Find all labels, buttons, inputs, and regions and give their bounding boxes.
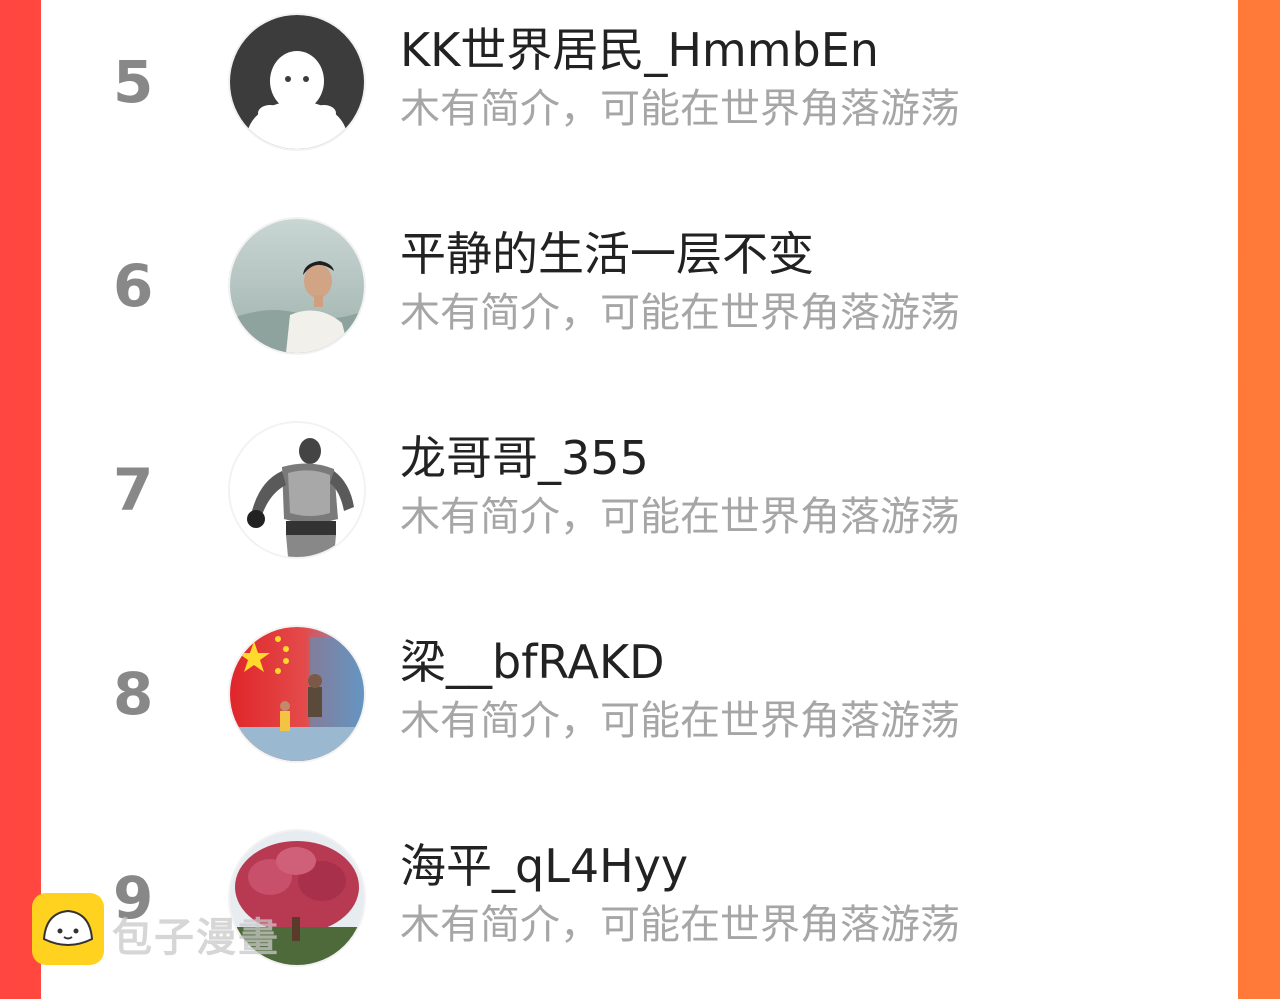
list-item[interactable]: 7 龙哥哥_355 木有简介，可能在世界角落游荡 [41, 410, 1238, 570]
page-background: 5 KK世界居民_HmmbEn 木有简介，可能在世界角落游荡 6 平静的生活一层… [0, 0, 1280, 999]
rank-number: 6 [113, 252, 154, 320]
tattoo-sketch-avatar-icon [230, 423, 364, 557]
user-name[interactable]: 平静的生活一层不变 [400, 218, 814, 284]
rank-number: 5 [113, 48, 154, 116]
bun-icon [32, 893, 104, 965]
man-photo-avatar-icon [230, 219, 364, 353]
avatar[interactable] [230, 15, 364, 149]
user-bio: 木有简介，可能在世界角落游荡 [400, 698, 960, 744]
watermark-text: 包子漫畫 [112, 915, 280, 961]
list-item[interactable]: 5 KK世界居民_HmmbEn 木有简介，可能在世界角落游荡 [41, 2, 1238, 162]
user-bio: 木有简介，可能在世界角落游荡 [400, 902, 960, 948]
flag-photo-avatar-icon [230, 627, 364, 761]
user-bio: 木有简介，可能在世界角落游荡 [400, 290, 960, 336]
user-bio: 木有简介，可能在世界角落游荡 [400, 494, 960, 540]
user-name[interactable]: KK世界居民_HmmbEn [400, 14, 879, 80]
list-item[interactable]: 8 梁__bfRAKD 木有简介，可能在世界角落游荡 [41, 614, 1238, 774]
rank-number: 8 [113, 660, 154, 728]
ranking-list: 5 KK世界居民_HmmbEn 木有简介，可能在世界角落游荡 6 平静的生活一层… [41, 0, 1238, 999]
avatar[interactable] [230, 423, 364, 557]
avatar[interactable] [230, 219, 364, 353]
user-name[interactable]: 海平_qL4Hyy [400, 830, 688, 896]
list-item[interactable]: 6 平静的生活一层不变 木有简介，可能在世界角落游荡 [41, 206, 1238, 366]
user-name[interactable]: 龙哥哥_355 [400, 422, 649, 488]
rank-number: 7 [113, 456, 154, 524]
avatar[interactable] [230, 627, 364, 761]
user-bio: 木有简介，可能在世界角落游荡 [400, 86, 960, 132]
default-ghost-avatar-icon [230, 15, 364, 149]
user-name[interactable]: 梁__bfRAKD [400, 626, 665, 692]
